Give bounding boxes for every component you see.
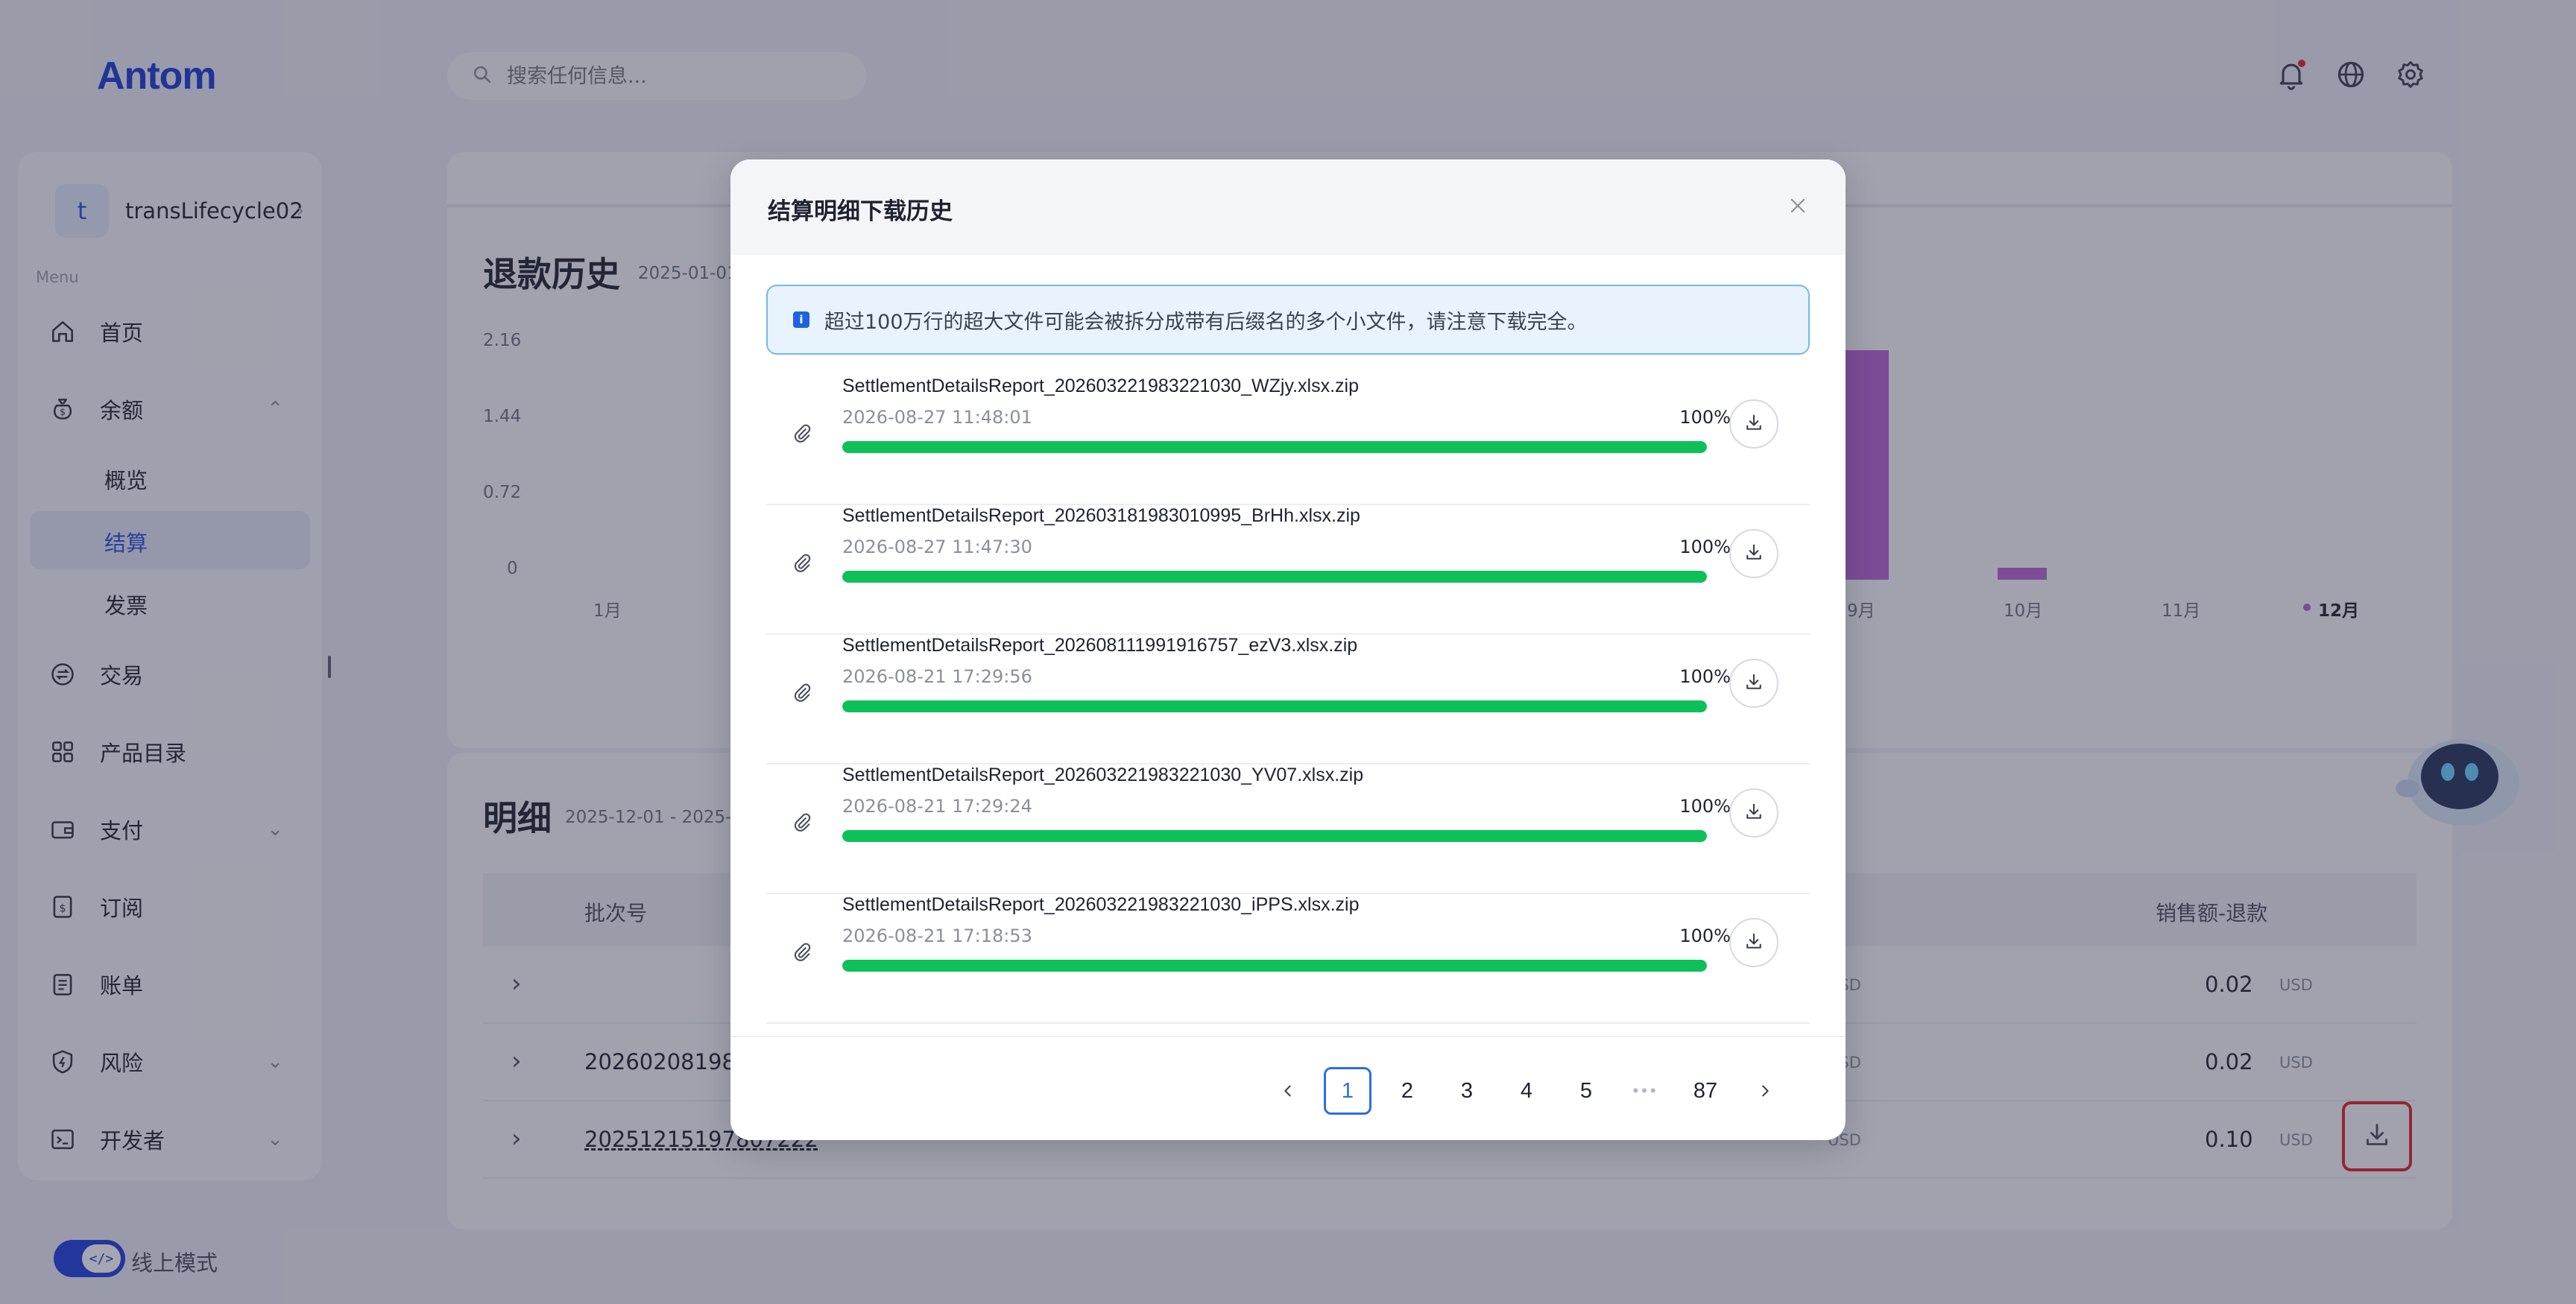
pagination-page[interactable]: 3: [1443, 1067, 1491, 1115]
file-name: SettlementDetailsReport_2026032219832210…: [842, 376, 1360, 396]
progress-fill: [842, 960, 1707, 972]
file-row: SettlementDetailsReport_2026032219832210…: [766, 894, 1810, 1024]
pagination-page[interactable]: 2: [1383, 1067, 1431, 1115]
progress-fill: [842, 700, 1707, 712]
file-time: 2026-08-21 17:29:56: [842, 666, 1032, 687]
file-name: SettlementDetailsReport_2026032219832210…: [842, 894, 1360, 915]
pagination-prev[interactable]: [1264, 1067, 1312, 1115]
progress-bar: [842, 441, 1707, 453]
file-download-button[interactable]: [1729, 399, 1778, 449]
pagination-next[interactable]: [1741, 1067, 1789, 1115]
pagination-page[interactable]: 5: [1562, 1067, 1610, 1115]
file-row: SettlementDetailsReport_2026031819830109…: [766, 505, 1810, 635]
file-name: SettlementDetailsReport_2026031819830109…: [842, 505, 1360, 526]
pagination-page-last[interactable]: 87: [1682, 1067, 1729, 1115]
modal-header: 结算明细下载历史: [730, 159, 1846, 255]
file-row: SettlementDetailsReport_2026032219832210…: [766, 765, 1810, 894]
file-percent: 100%: [1679, 666, 1731, 687]
file-time: 2026-08-21 17:18:53: [842, 925, 1032, 946]
paperclip-icon: [792, 423, 812, 444]
pagination: 1 2 3 4 5 ••• 87: [1264, 1067, 1789, 1115]
progress-fill: [842, 571, 1707, 583]
download-icon: [1743, 412, 1764, 436]
modal-title: 结算明细下载历史: [768, 198, 953, 225]
notice-text: 超过100万行的超大文件可能会被拆分成带有后缀名的多个小文件，请注意下载完全。: [824, 310, 1588, 334]
file-percent: 100%: [1679, 537, 1731, 557]
pagination-page[interactable]: 4: [1503, 1067, 1550, 1115]
download-icon: [1743, 671, 1764, 695]
file-time: 2026-08-27 11:47:30: [842, 537, 1032, 557]
progress-bar: [842, 960, 1707, 972]
file-time: 2026-08-27 11:48:01: [842, 407, 1032, 428]
file-download-button[interactable]: [1729, 529, 1778, 578]
info-notice: i 超过100万行的超大文件可能会被拆分成带有后缀名的多个小文件，请注意下载完全…: [766, 285, 1810, 355]
file-row: SettlementDetailsReport_2026081119919167…: [766, 635, 1810, 765]
file-percent: 100%: [1679, 407, 1731, 428]
progress-bar: [842, 700, 1707, 712]
file-download-button[interactable]: [1729, 659, 1778, 708]
progress-fill: [842, 441, 1707, 453]
close-icon[interactable]: [1783, 191, 1813, 221]
paperclip-icon: [792, 683, 812, 703]
file-download-button[interactable]: [1729, 788, 1778, 838]
paperclip-icon: [792, 553, 812, 574]
info-icon: i: [793, 311, 809, 328]
progress-bar: [842, 830, 1707, 842]
file-percent: 100%: [1679, 925, 1731, 946]
paperclip-icon: [792, 812, 812, 833]
modal-footer: 1 2 3 4 5 ••• 87: [730, 1036, 1846, 1140]
progress-bar: [842, 571, 1707, 583]
download-icon: [1743, 542, 1764, 566]
download-icon: [1743, 801, 1764, 825]
pagination-page[interactable]: 1: [1324, 1067, 1371, 1115]
progress-fill: [842, 830, 1707, 842]
file-row: SettlementDetailsReport_2026032219832210…: [766, 376, 1810, 505]
download-history-modal: 结算明细下载历史 i 超过100万行的超大文件可能会被拆分成带有后缀名的多个小文…: [730, 159, 1846, 1140]
file-time: 2026-08-21 17:29:24: [842, 796, 1032, 817]
file-percent: 100%: [1679, 796, 1731, 817]
pagination-ellipsis[interactable]: •••: [1622, 1067, 1670, 1115]
paperclip-icon: [792, 942, 812, 963]
file-name: SettlementDetailsReport_2026081119919167…: [842, 635, 1358, 656]
file-download-button[interactable]: [1729, 918, 1778, 967]
download-icon: [1743, 931, 1764, 955]
file-name: SettlementDetailsReport_2026032219832210…: [842, 765, 1364, 785]
